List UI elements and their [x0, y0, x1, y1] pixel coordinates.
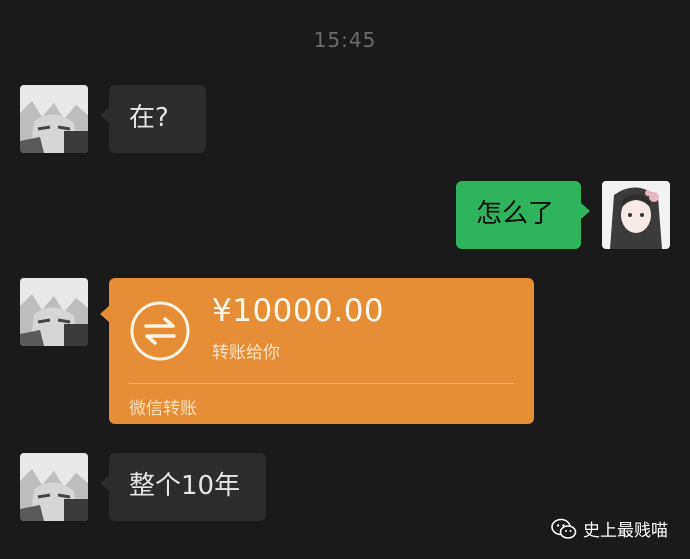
transfer-amount: ¥10000.00 — [212, 293, 385, 329]
message-bubble-outgoing[interactable]: 怎么了 — [456, 181, 590, 249]
transfer-subtitle: 转账给你 — [212, 343, 280, 363]
transfer-card[interactable]: ¥10000.00 转账给你 微信转账 — [100, 278, 534, 424]
wechat-icon — [551, 518, 577, 539]
contact-avatar[interactable] — [20, 453, 88, 521]
watermark-text: 史上最贱喵 — [583, 521, 668, 541]
anime-avatar-icon — [20, 85, 88, 153]
message-text: 整个10年 — [129, 471, 241, 501]
transfer-footer: 微信转账 — [129, 399, 197, 419]
anime-avatar-icon — [20, 453, 88, 521]
transfer-arrows-icon — [130, 301, 190, 361]
message-bubble-incoming[interactable]: 整个10年 — [100, 453, 266, 521]
anime-avatar-icon — [20, 278, 88, 346]
message-text: 怎么了 — [476, 199, 555, 229]
transfer-divider — [129, 383, 514, 384]
chat-timestamp: 15:45 — [313, 28, 377, 52]
contact-avatar[interactable] — [20, 278, 88, 346]
self-avatar[interactable] — [602, 181, 670, 249]
girl-avatar-icon — [602, 181, 670, 249]
contact-avatar[interactable] — [20, 85, 88, 153]
watermark: 史上最贱喵 — [551, 516, 668, 541]
message-text: 在? — [129, 103, 169, 133]
message-bubble-incoming[interactable]: 在? — [100, 85, 206, 153]
